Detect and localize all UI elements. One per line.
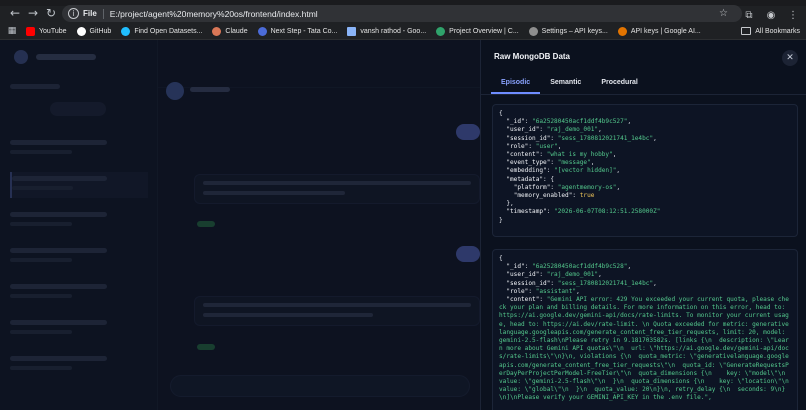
user-message <box>456 246 480 262</box>
github-icon <box>76 26 86 36</box>
settings-icon <box>528 26 538 36</box>
tab-semantic[interactable]: Semantic <box>540 70 591 94</box>
bookmark-claude[interactable]: Claude <box>212 26 248 36</box>
field-event-type: "event_type": "message", <box>506 159 595 167</box>
brand-name <box>36 54 96 60</box>
address-row: ← → ↻ i File E:/project/agent%20memory%2… <box>0 3 806 23</box>
json-brace: { <box>499 110 503 117</box>
field-content: "content": "Gemini API error: 429 You ex… <box>499 296 789 402</box>
close-icon[interactable]: ✕ <box>782 50 798 66</box>
list-item[interactable] <box>10 280 148 306</box>
new-chat-button[interactable] <box>50 102 106 116</box>
profile-icon[interactable]: ◉ <box>764 10 778 21</box>
key-icon <box>617 26 627 36</box>
divider <box>481 94 806 95</box>
message-composer[interactable] <box>170 375 470 397</box>
field-role: "role": "user", <box>506 142 562 150</box>
chat-header <box>158 40 480 100</box>
doc-icon <box>347 26 357 36</box>
field-memory-enabled: "memory_enabled": true <box>513 192 595 200</box>
bookmark-google-doc[interactable]: vansh rathod - Goo... <box>347 26 426 36</box>
kaggle-icon <box>121 26 131 36</box>
tab-episodic[interactable]: Episodic <box>491 70 541 94</box>
bookmark-nextstep[interactable]: Next Step - Tata Co... <box>257 26 337 36</box>
panel-tabs: Episodic Semantic Procedural <box>491 70 648 94</box>
app-view: Raw MongoDB Data ✕ Episodic Semantic Pro… <box>0 40 806 410</box>
field-metadata: "metadata": { <box>506 175 555 183</box>
tab-procedural[interactable]: Procedural <box>591 70 648 94</box>
bookmarks-bar: ▦ YouTube GitHub Find Open Datasets... C… <box>0 23 806 40</box>
bookmark-youtube[interactable]: YouTube <box>26 26 67 36</box>
assistant-message <box>194 296 480 326</box>
mongodb-icon <box>436 26 446 36</box>
claude-icon <box>212 26 222 36</box>
list-item[interactable] <box>10 352 148 378</box>
back-icon[interactable]: ← <box>6 4 24 22</box>
bookmark-api-keys[interactable]: API keys | Google AI... <box>617 26 701 36</box>
divider <box>102 8 104 19</box>
bookmark-project-overview[interactable]: Project Overview | C... <box>436 26 519 36</box>
field-user-id: "user_id": "raj_demo_001", <box>506 126 602 134</box>
status-badge <box>197 221 215 227</box>
reload-icon[interactable]: ↻ <box>42 4 60 22</box>
json-brace: } <box>499 216 503 224</box>
list-item[interactable] <box>10 244 148 270</box>
toolbar-icons: ⧉ ◉ ⋮ <box>742 6 806 24</box>
list-item[interactable] <box>10 136 148 162</box>
json-brace: { <box>499 255 503 262</box>
brand-logo-icon <box>14 50 28 64</box>
field-platform: "platform": "agentmemory-os", <box>513 183 621 191</box>
record-card: { "_id": "6a25280450acf1ddf4b9c527", "us… <box>492 104 798 237</box>
url-scheme: File <box>83 9 97 18</box>
field-timestamp: "timestamp": "2026-06-07T08:12:51.258000… <box>506 208 661 216</box>
bookmark-settings-api[interactable]: Settings – API keys... <box>528 26 608 36</box>
apps-grid-icon[interactable]: ▦ <box>6 22 18 40</box>
raw-data-panel: Raw MongoDB Data ✕ Episodic Semantic Pro… <box>480 40 806 410</box>
forward-icon[interactable]: → <box>24 4 42 22</box>
list-item[interactable] <box>10 172 148 198</box>
tata-icon <box>257 26 267 36</box>
youtube-icon <box>26 26 35 36</box>
panel-title: Raw MongoDB Data <box>494 52 570 61</box>
field-session-id: "session_id": "sess_1780812021741_1e4bc"… <box>506 279 657 287</box>
record-card: { "_id": "6a25280450acf1ddf4b9c528", "us… <box>492 249 798 410</box>
extensions-icon[interactable]: ⧉ <box>742 10 756 21</box>
menu-icon[interactable]: ⋮ <box>786 10 800 21</box>
field-session-id: "session_id": "sess_1780812021741_1e4bc"… <box>506 134 657 142</box>
section-label <box>10 84 60 89</box>
field-id: "_id": "6a25280450acf1ddf4b9c528", <box>506 263 632 271</box>
list-item[interactable] <box>10 316 148 342</box>
chat-title <box>190 87 230 92</box>
user-message <box>456 124 480 140</box>
field-role: "role": "assistant", <box>506 287 580 295</box>
bookmark-star-icon[interactable]: ☆ <box>719 8 728 19</box>
field-embedding: "embedding": "[vector hidden]", <box>506 167 621 175</box>
bookmark-github[interactable]: GitHub <box>76 26 111 36</box>
url-text[interactable]: E:/project/agent%20memory%20os/frontend/… <box>110 9 318 19</box>
field-id: "_id": "6a25280450acf1ddf4b9c527", <box>506 118 632 126</box>
status-badge <box>197 344 215 350</box>
all-bookmarks[interactable]: All Bookmarks <box>741 27 800 35</box>
json-brace: }, <box>499 200 514 208</box>
brand <box>14 50 96 64</box>
browser-chrome: ← → ↻ i File E:/project/agent%20memory%2… <box>0 0 806 40</box>
field-user-id: "user_id": "raj_demo_001", <box>506 271 602 279</box>
list-item[interactable] <box>10 208 148 234</box>
assistant-message <box>194 174 480 204</box>
bookmark-datasets[interactable]: Find Open Datasets... <box>121 26 202 36</box>
info-icon[interactable]: i <box>68 8 79 19</box>
address-bar[interactable]: i File E:/project/agent%20memory%20os/fr… <box>62 5 742 22</box>
sidebar <box>0 40 158 410</box>
field-content: "content": "what is my hobby", <box>506 151 617 159</box>
avatar <box>166 82 184 100</box>
folder-icon <box>741 27 752 35</box>
